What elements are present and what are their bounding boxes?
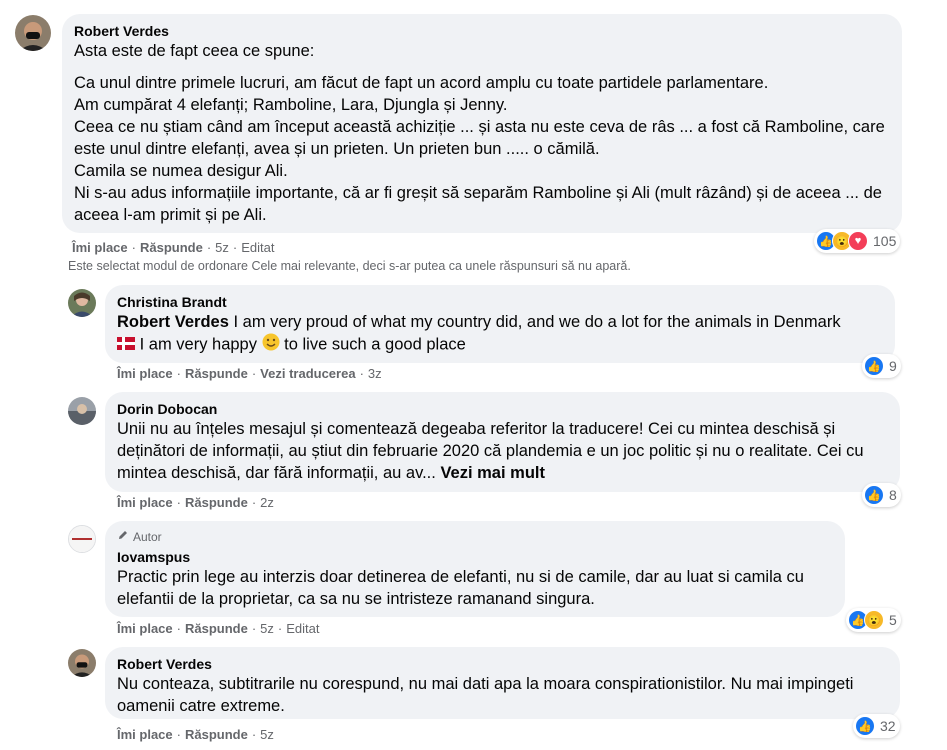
avatar-image (15, 15, 51, 51)
comment-paragraph: Ca unul dintre primele lucruri, am făcut… (74, 74, 769, 92)
comment-text-line: I am very happy (139, 335, 257, 354)
avatar-iovamspus[interactable] (68, 525, 96, 553)
wow-reaction-icon: 😮 (864, 610, 884, 630)
reaction-count: 32 (880, 718, 896, 734)
avatar-christina-brandt[interactable] (68, 289, 96, 317)
avatar-image (68, 289, 96, 317)
denmark-flag-icon (117, 334, 135, 356)
edited-label: Editat (241, 240, 275, 255)
like-button[interactable]: Îmi place (117, 366, 173, 381)
reaction-summary[interactable]: 👍 32 (853, 714, 900, 738)
smile-emoji-icon (262, 333, 280, 357)
comment-author[interactable]: Robert Verdes (74, 22, 890, 40)
comment-text-line: I am very proud of what my country did, … (233, 313, 841, 331)
comment-actions: Îmi place · Răspunde · 2z (117, 495, 274, 510)
like-button[interactable]: Îmi place (117, 727, 173, 742)
reaction-count: 105 (873, 233, 897, 249)
reaction-count: 9 (889, 358, 897, 374)
comment-author[interactable]: Iovamspus (117, 548, 833, 566)
comment-actions: Îmi place · Răspunde · 5z (117, 727, 274, 742)
avatar-image (68, 397, 96, 425)
avatar-robert-verdes[interactable] (15, 15, 51, 51)
comment-text: Asta este de fapt ceea ce spune: Ca unul… (74, 40, 890, 226)
sort-notice: Este selectat modul de ordonare Cele mai… (68, 259, 631, 273)
avatar-robert-verdes[interactable] (68, 649, 96, 677)
like-button[interactable]: Îmi place (72, 240, 128, 255)
timestamp[interactable]: 2z (260, 495, 274, 510)
avatar-image (69, 526, 95, 552)
comment-bubble: Dorin Dobocan Unii nu au înțeles mesajul… (105, 392, 900, 492)
comment-paragraph: Am cumpărat 4 elefanți; Ramboline, Lara,… (74, 96, 508, 114)
comment-bubble: Robert Verdes Asta este de fapt ceea ce … (62, 14, 902, 233)
edited-label: Editat (286, 621, 320, 636)
comment-paragraph: Ceea ce nu știam când am început această… (74, 118, 885, 158)
see-more-link[interactable]: Vezi mai mult (440, 464, 545, 482)
reaction-summary[interactable]: 👍 😮 ♥ 105 (814, 229, 901, 253)
timestamp[interactable]: 3z (368, 366, 382, 381)
like-reaction-icon: 👍 (864, 485, 884, 505)
reply-button[interactable]: Răspunde (185, 366, 248, 381)
comment-actions: Îmi place · Răspunde · 5z · Editat (72, 240, 275, 255)
avatar-image (68, 649, 96, 677)
comment-text: Unii nu au înțeles mesajul și comentează… (117, 418, 888, 484)
reaction-summary[interactable]: 👍 8 (862, 483, 901, 507)
reaction-count: 5 (889, 612, 897, 628)
like-reaction-icon: 👍 (864, 356, 884, 376)
reaction-count: 8 (889, 487, 897, 503)
comment-bubble: Robert Verdes Nu conteaza, subtitrarile … (105, 647, 900, 719)
pencil-icon (117, 529, 129, 544)
reaction-summary[interactable]: 👍 9 (862, 354, 901, 378)
comment-author[interactable]: Christina Brandt (117, 293, 883, 311)
see-translation-button[interactable]: Vezi traducerea (260, 366, 355, 381)
love-reaction-icon: ♥ (848, 231, 868, 251)
comment-paragraph: Camila se numea desigur Ali. (74, 162, 288, 180)
comment-author[interactable]: Dorin Dobocan (117, 400, 888, 418)
comment-body: Practic prin lege au interzis doar detin… (117, 568, 804, 608)
comment-actions: Îmi place · Răspunde · Vezi traducerea · 3z (117, 366, 382, 381)
like-button[interactable]: Îmi place (117, 495, 173, 510)
timestamp[interactable]: 5z (260, 621, 274, 636)
avatar-dorin-dobocan[interactable] (68, 397, 96, 425)
author-badge-label: Autor (133, 529, 162, 544)
comment-author[interactable]: Robert Verdes (117, 655, 888, 673)
comment-body: Nu conteaza, subtitrarile nu corespund, … (117, 675, 854, 715)
reply-button[interactable]: Răspunde (185, 727, 248, 742)
like-button[interactable]: Îmi place (117, 621, 173, 636)
comment-text-line: to live such a good place (284, 335, 466, 354)
reaction-summary[interactable]: 👍 😮 5 (846, 608, 901, 632)
comment-paragraph: Ni s-au adus informațiile importante, că… (74, 184, 882, 224)
reply-button[interactable]: Răspunde (140, 240, 203, 255)
comment-paragraph: Asta este de fapt ceea ce spune: (74, 42, 315, 60)
mention-link[interactable]: Robert Verdes (117, 313, 229, 331)
comment-text: Robert Verdes I am very proud of what my… (117, 311, 883, 357)
timestamp[interactable]: 5z (260, 727, 274, 742)
reply-button[interactable]: Răspunde (185, 621, 248, 636)
like-reaction-icon: 👍 (855, 716, 875, 736)
comment-bubble: Christina Brandt Robert Verdes I am very… (105, 285, 895, 363)
comment-bubble: Autor Iovamspus Practic prin lege au int… (105, 521, 845, 617)
timestamp[interactable]: 5z (215, 240, 229, 255)
comment-actions: Îmi place · Răspunde · 5z · Editat (117, 621, 320, 636)
author-badge: Autor (117, 529, 833, 544)
reply-button[interactable]: Răspunde (185, 495, 248, 510)
